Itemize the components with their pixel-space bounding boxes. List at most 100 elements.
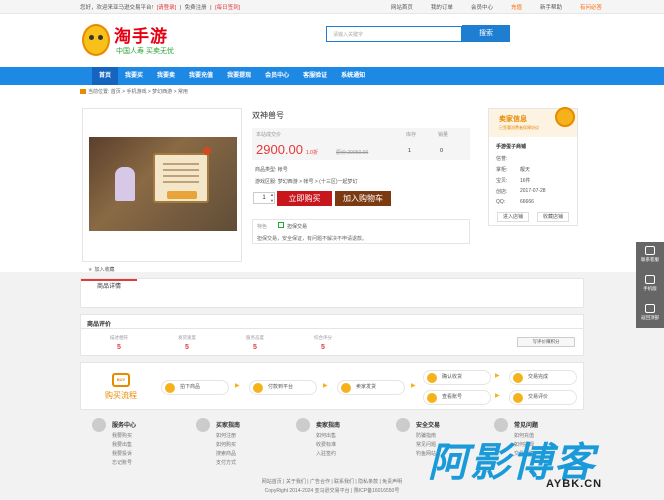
- game-region-row: 游戏区服: 梦幻西游 > 帐号 > (十三区)一起梦幻: [255, 178, 358, 185]
- write-review-button[interactable]: 写评价赚积分: [517, 337, 575, 347]
- feature-box: 特色 担保交易 担保交易，安全保证，有问题不解决不申请退款。: [252, 219, 470, 244]
- logo-slogan: 中国人寿 买卖无忧: [116, 48, 174, 55]
- price-value: 2900.00: [256, 142, 303, 157]
- original-price-value: 29060.00: [347, 150, 369, 156]
- quantity-stepper[interactable]: ▲ ▼: [270, 192, 275, 204]
- search-input[interactable]: 请输入关键字: [326, 26, 462, 42]
- site-logo[interactable]: 淘手游 中国人寿 买卖无忧: [82, 20, 192, 60]
- original-price-label: 原价:: [336, 150, 348, 156]
- shop-name: 手游蛋子商铺: [496, 144, 527, 150]
- top-bar: 您好，欢迎来亚马逊交易平台! [请登录] | 免费注册 | [每日签到] 网站首…: [0, 0, 664, 14]
- mobile-version-button[interactable]: 手机版: [636, 271, 664, 299]
- seller-row: 创店: 2017-07-28: [496, 188, 546, 195]
- buy-process-title: 购买流程: [105, 391, 137, 400]
- register-link[interactable]: 免费注册: [185, 5, 207, 11]
- divider: |: [210, 5, 212, 11]
- character-figure: [115, 167, 135, 201]
- process-step: 付款到平台: [249, 380, 317, 395]
- buy-process-label: BUY 购买流程: [95, 373, 147, 401]
- daily-checkin-link[interactable]: [每日签到]: [215, 5, 240, 11]
- breadcrumb: 当前位置: 首页 > 手机游戏 > 梦幻西游 > 常用: [80, 88, 188, 95]
- product-type-row: 商品类型: 帐号: [255, 166, 288, 173]
- product-type-value: 帐号: [277, 167, 288, 173]
- discount-badge: 1.0折: [306, 150, 318, 156]
- top-link-faq[interactable]: 有问必答: [580, 3, 602, 11]
- seller-row: 掌柜: 靓天: [496, 167, 531, 173]
- feature-text: 担保交易: [287, 224, 308, 230]
- check-icon: [278, 222, 284, 228]
- mascot-icon: [82, 24, 110, 56]
- stock-label: 库存: [406, 132, 417, 138]
- search-button[interactable]: 搜索: [462, 25, 510, 42]
- logo-title: 淘手游: [114, 27, 168, 46]
- watermark-url: AYBK.CN: [546, 478, 603, 490]
- process-step: 拍下商品: [161, 380, 229, 395]
- top-bar-right: 网站首页 我的订单 会员中心 充值 新手帮助 有问必答: [373, 3, 602, 11]
- rating-item: 发货速度 5: [178, 335, 196, 351]
- product-details-panel: 商品详情: [80, 278, 584, 308]
- nav-item-notice[interactable]: 系统通知: [334, 67, 372, 85]
- seller-header-title: 卖家信息: [499, 116, 527, 123]
- nav-item-member[interactable]: 会员中心: [258, 67, 296, 85]
- process-step: 查看账号: [423, 390, 491, 405]
- original-price: 原价:29060.00: [336, 149, 368, 156]
- product-description: 担保交易，安全保证，有问题不解决不申请退款。: [257, 236, 368, 242]
- product-image-box: [82, 108, 242, 262]
- back-to-top-button[interactable]: 返回顶部: [636, 300, 664, 328]
- nav-item-sell[interactable]: 我要卖: [150, 67, 182, 85]
- chat-icon: [645, 246, 655, 255]
- headset-icon: [645, 275, 655, 284]
- arrow-up-icon: [645, 304, 655, 313]
- top-link-recharge[interactable]: 充值: [511, 3, 522, 11]
- product-type-label: 商品类型:: [255, 167, 277, 173]
- add-to-cart-button[interactable]: 加入购物车: [335, 191, 391, 206]
- seller-row: 宝贝: 16件: [496, 178, 531, 184]
- top-link-member[interactable]: 会员中心: [471, 3, 493, 11]
- sold-label: 销量: [438, 132, 449, 138]
- login-link[interactable]: [请登录]: [157, 5, 177, 11]
- enter-shop-button[interactable]: 进入店铺: [497, 212, 529, 222]
- seller-row: 信誉:: [496, 156, 508, 162]
- process-step: 交易评价: [509, 390, 577, 405]
- game-info-panel: [153, 153, 209, 203]
- top-link-home[interactable]: 网站首页: [391, 3, 413, 11]
- close-icon: [203, 147, 211, 155]
- favorite-shop-button[interactable]: 收藏店铺: [537, 212, 569, 222]
- process-step: 交易完成: [509, 370, 577, 385]
- top-link-help[interactable]: 新手帮助: [540, 3, 562, 11]
- nav-item-buy[interactable]: 我要买: [118, 67, 150, 85]
- rating-item: 服务态度 5: [246, 335, 264, 351]
- breadcrumb-text[interactable]: 当前位置: 首页 > 手机游戏 > 梦幻西游 > 常用: [88, 89, 188, 95]
- process-step: 确认收货: [423, 370, 491, 385]
- game-region-label: 游戏区服:: [255, 179, 277, 185]
- feature-label: 特色: [257, 224, 268, 230]
- price-label: 本站成交价: [256, 132, 282, 138]
- buy-now-button[interactable]: 立即购买: [277, 191, 332, 206]
- main-nav: 首页 我要买 我要卖 我要充值 我要提现 会员中心 客服验证 系统通知: [0, 67, 664, 85]
- top-link-orders[interactable]: 我的订单: [431, 3, 453, 11]
- welcome-text: 您好，欢迎来亚马逊交易平台!: [80, 5, 154, 11]
- nav-item-recharge[interactable]: 我要充值: [182, 67, 220, 85]
- sold-value: 0: [440, 148, 444, 154]
- product-image[interactable]: [89, 137, 237, 231]
- seller-header-sub: 已签署消费者保障协议: [499, 125, 539, 130]
- product-title: 双神兽号: [252, 111, 284, 120]
- nav-item-withdraw[interactable]: 我要提现: [220, 67, 258, 85]
- tab-product-details[interactable]: 商品详情: [81, 279, 137, 293]
- seller-card: 卖家信息 已签署消费者保障协议 手游蛋子商铺 信誉: 掌柜: 靓天 宝贝: 16件 …: [488, 107, 578, 226]
- watermark: 阿影博客 AYBK.CN: [428, 430, 638, 494]
- buy-icon: BUY: [112, 373, 130, 387]
- service-icon: [92, 418, 106, 432]
- game-region-value: 梦幻西游 > 帐号 > (十三区)一起梦幻: [277, 179, 358, 185]
- nav-item-verify[interactable]: 客服验证: [296, 67, 334, 85]
- price-box: 本站成交价 2900.00 1.0折 原价:29060.00 库存 1 销量 0: [252, 128, 470, 160]
- seller-icon: [296, 418, 310, 432]
- home-icon: [80, 89, 86, 95]
- nav-item-home[interactable]: 首页: [92, 67, 119, 85]
- floating-sidebar: 联系客服 手机版 返回顶部: [636, 242, 664, 328]
- contact-service-button[interactable]: 联系客服: [636, 242, 664, 270]
- buyer-icon: [196, 418, 210, 432]
- top-bar-left: 您好，欢迎来亚马逊交易平台! [请登录] | 免费注册 | [每日签到]: [80, 3, 242, 11]
- shield-icon: [396, 418, 410, 432]
- rating-item: 描述相符 5: [110, 335, 128, 351]
